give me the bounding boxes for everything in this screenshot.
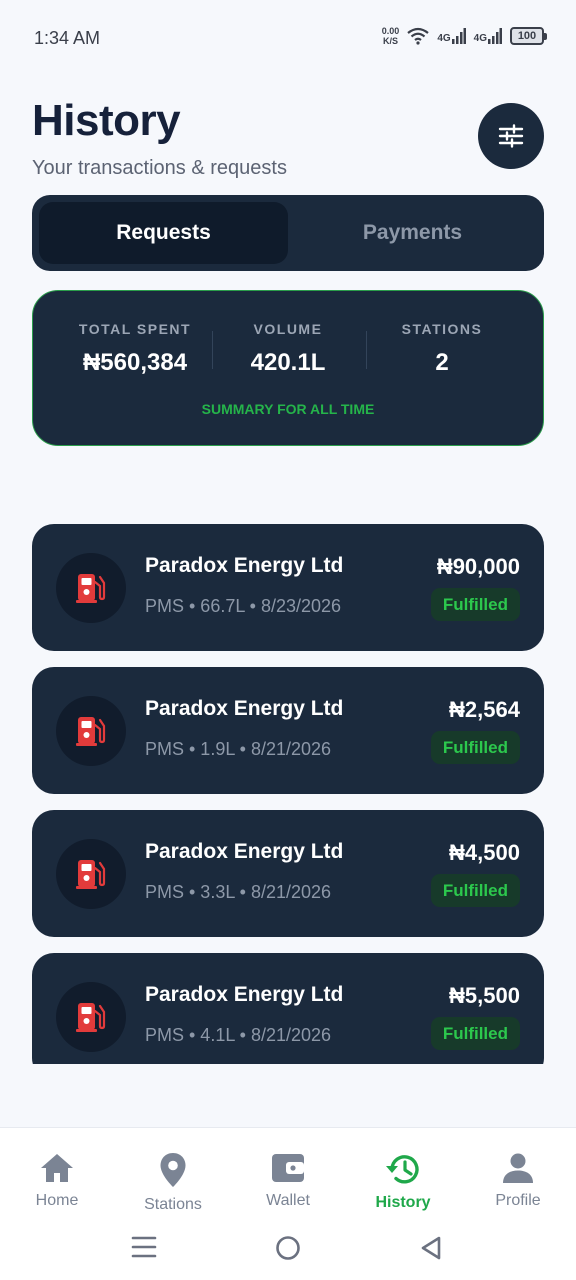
stat-label: TOTAL SPENT	[78, 321, 192, 337]
map-pin-icon	[160, 1153, 186, 1187]
transaction-details: PMS • 66.7L • 8/23/2026	[145, 596, 342, 616]
status-icons: 0.00 K/S 4G 4G 100	[381, 26, 547, 46]
stat-label: STATIONS	[401, 321, 483, 337]
status-badge: Fulfilled	[430, 731, 520, 764]
fuel-pump-icon-wrap	[56, 696, 126, 766]
filter-button[interactable]	[478, 103, 544, 169]
fuel-pump-icon	[76, 717, 106, 746]
station-name: Paradox Energy Ltd	[145, 697, 344, 720]
fuel-pump-icon-wrap	[56, 839, 126, 909]
status-time: 1:34 AM	[34, 28, 101, 48]
signal-bars-icon	[451, 28, 466, 44]
nav-label: Wallet	[266, 1192, 310, 1209]
transaction-list[interactable]: Paradox Energy Ltd PMS • 66.7L • 8/23/20…	[0, 520, 576, 1064]
nav-wallet[interactable]: Wallet	[238, 1152, 338, 1210]
transaction-card[interactable]: Paradox Energy Ltd PMS • 1.9L • 8/21/202…	[32, 667, 544, 794]
network-speed: 0.00 K/S	[381, 26, 400, 46]
signal-bars-icon	[488, 28, 502, 44]
station-name: Paradox Energy Ltd	[145, 983, 344, 1006]
back-triangle-icon[interactable]	[419, 1235, 443, 1261]
nav-stations[interactable]: Stations	[123, 1152, 223, 1214]
signal-2: 4G	[474, 28, 502, 44]
transaction-amount: ₦90,000	[436, 554, 520, 579]
stat-label: VOLUME	[253, 321, 323, 337]
profile-icon	[503, 1153, 533, 1183]
nav-label: Profile	[495, 1192, 541, 1209]
system-nav-bar	[0, 1225, 576, 1270]
status-badge: Fulfilled	[430, 1017, 520, 1050]
wallet-icon	[272, 1154, 304, 1182]
wifi-icon	[407, 27, 429, 45]
transaction-amount: ₦4,500	[449, 840, 520, 865]
summary-card: TOTAL SPENT ₦560,384 VOLUME 420.1L STATI…	[32, 290, 544, 446]
status-badge: Fulfilled	[430, 874, 520, 907]
transaction-amount: ₦5,500	[449, 983, 520, 1008]
stat-total-spent: TOTAL SPENT ₦560,384	[50, 321, 220, 377]
tab-payments[interactable]: Payments	[288, 202, 537, 264]
stat-volume: VOLUME 420.1L	[203, 321, 373, 377]
transaction-card[interactable]: Paradox Energy Ltd PMS • 3.3L • 8/21/202…	[32, 810, 544, 937]
transaction-card[interactable]: Paradox Energy Ltd PMS • 4.1L • 8/21/202…	[32, 953, 544, 1064]
stat-value: 420.1L	[250, 349, 326, 376]
fuel-pump-icon	[76, 574, 106, 603]
transaction-details: PMS • 4.1L • 8/21/2026	[145, 1025, 332, 1045]
status-bar: 1:34 AM 0.00 K/S 4G 4G 100	[0, 0, 576, 76]
transaction-details: PMS • 3.3L • 8/21/2026	[145, 882, 332, 902]
transaction-amount: ₦2,564	[449, 697, 520, 722]
history-icon	[386, 1155, 419, 1184]
segmented-tabs: Requests Payments	[32, 195, 544, 271]
nav-history[interactable]: History	[353, 1152, 453, 1212]
page-title: History	[32, 96, 181, 145]
menu-icon[interactable]	[131, 1235, 157, 1259]
fuel-pump-icon-wrap	[56, 982, 126, 1052]
battery-icon: 100	[510, 27, 547, 45]
page-subtitle: Your transactions & requests	[32, 157, 287, 179]
station-name: Paradox Energy Ltd	[145, 554, 344, 577]
fuel-pump-icon	[76, 1003, 106, 1032]
home-icon	[41, 1154, 73, 1182]
tab-requests[interactable]: Requests	[39, 202, 288, 264]
nav-label: Home	[35, 1192, 79, 1209]
signal-1: 4G	[437, 28, 466, 44]
stat-value: 2	[435, 349, 449, 376]
station-name: Paradox Energy Ltd	[145, 840, 344, 863]
nav-home[interactable]: Home	[7, 1152, 107, 1210]
summary-note: SUMMARY FOR ALL TIME	[201, 401, 375, 417]
transaction-details: PMS • 1.9L • 8/21/2026	[145, 739, 332, 759]
nav-label: Stations	[144, 1196, 202, 1213]
sliders-icon	[498, 124, 524, 148]
fuel-pump-icon	[76, 860, 106, 889]
fuel-pump-icon-wrap	[56, 553, 126, 623]
home-circle-icon[interactable]	[275, 1235, 301, 1261]
nav-label: History	[375, 1194, 431, 1211]
stat-stations: STATIONS 2	[357, 321, 527, 377]
transaction-card[interactable]: Paradox Energy Ltd PMS • 66.7L • 8/23/20…	[32, 524, 544, 651]
status-badge: Fulfilled	[430, 588, 520, 621]
stat-value: ₦560,384	[82, 349, 188, 376]
nav-profile[interactable]: Profile	[468, 1152, 568, 1210]
